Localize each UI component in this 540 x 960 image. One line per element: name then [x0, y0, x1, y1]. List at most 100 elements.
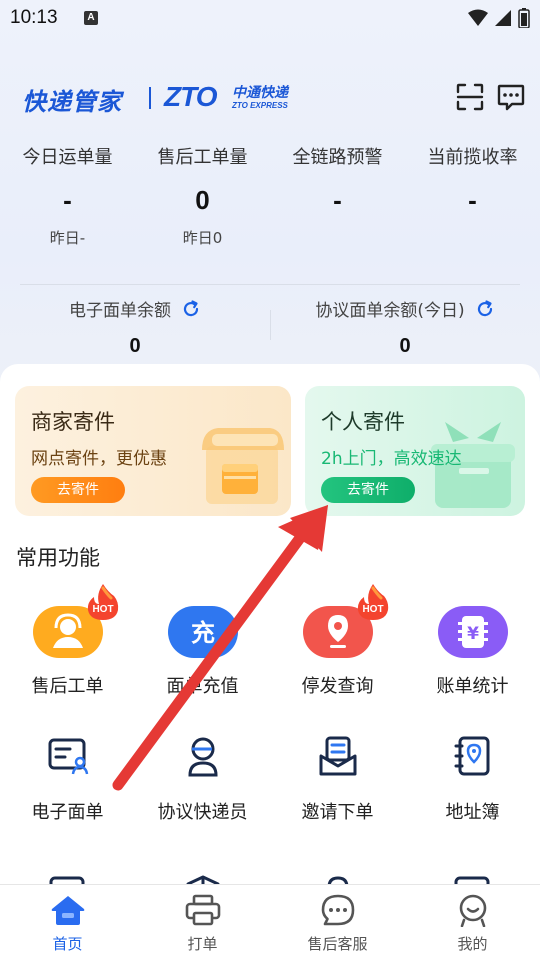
promo-title: 个人寄件: [321, 410, 405, 434]
status-bar: 10:13 A: [0, 0, 540, 38]
package-box-icon: [186, 875, 219, 884]
balance-value: 0: [399, 335, 411, 357]
stat-sub: 昨日-: [49, 229, 86, 247]
feature-label: 邀请下单: [301, 802, 374, 823]
main-card: 商家寄件 网点寄件，更优惠 去寄件 个人寄件 2h上门，高效速达 去寄件 常用功…: [0, 364, 540, 884]
hot-badge-icon: HOT: [357, 584, 389, 620]
stat-sub: [270, 227, 405, 247]
support-chat-icon: [321, 894, 354, 926]
stat-value: 0: [195, 185, 210, 215]
document-icon: [49, 876, 84, 884]
feature-label: 账单统计: [436, 676, 509, 697]
feature-label: 地址簿: [445, 802, 500, 823]
storefront-icon: [202, 428, 284, 504]
feature-suspension-query[interactable]: HOT 停发查询: [270, 582, 405, 697]
status-time: 10:13: [10, 7, 58, 28]
feature-address-book[interactable]: 地址簿: [405, 708, 540, 823]
promo-subtitle: 网点寄件，更优惠: [31, 449, 167, 469]
zto-logo-mark: ZTO: [164, 81, 217, 112]
feature-partial[interactable]: [405, 834, 540, 884]
nav-home[interactable]: 首页: [0, 885, 135, 960]
feature-e-waybill[interactable]: 电子面单: [0, 708, 135, 823]
balance-label: 电子面单余额: [69, 301, 171, 321]
stat-today-waybills[interactable]: 今日运单量 - 昨日-: [0, 143, 135, 247]
svg-text:HOT: HOT: [92, 604, 113, 615]
personal-ship-card[interactable]: 个人寄件 2h上门，高效速达 去寄件: [305, 386, 525, 516]
promo-title: 商家寄件: [31, 410, 115, 434]
svg-text:充: 充: [191, 619, 215, 647]
balance-value: 0: [129, 335, 141, 357]
contract-waybill-balance: 协议面单余额(今日) 0: [270, 296, 540, 358]
app-logo: 快递管家: [22, 88, 122, 116]
logo-divider: [149, 87, 151, 109]
nav-print[interactable]: 打单: [135, 885, 270, 960]
message-icon[interactable]: [496, 82, 526, 112]
feature-label: 电子面单: [31, 802, 104, 823]
feature-partial[interactable]: [0, 834, 135, 884]
printer-icon: [185, 894, 220, 926]
balance-label-row: 协议面单余额(今日): [315, 296, 494, 321]
feature-contract-courier[interactable]: 协议快递员: [135, 708, 270, 823]
feature-partial[interactable]: [270, 834, 405, 884]
stats-row: 今日运单量 - 昨日- 售后工单量 0 昨日0 全链路预警 - 当前揽收率 -: [0, 143, 540, 247]
transfer-doc-icon: [454, 876, 489, 884]
nav-support[interactable]: 售后客服: [270, 885, 405, 960]
recharge-icon: 充: [167, 606, 238, 658]
hot-badge-icon: HOT: [87, 584, 119, 620]
promo-subtitle: 2h上门，高效速达: [321, 449, 462, 469]
stat-sub: 昨日0: [182, 229, 223, 247]
stat-chain-alerts[interactable]: 全链路预警 -: [270, 143, 405, 247]
wifi-icon: [468, 9, 488, 26]
svg-text:HOT: HOT: [362, 604, 383, 615]
invite-order-icon: [319, 736, 356, 776]
feature-partial[interactable]: [135, 834, 270, 884]
courier-icon: [187, 737, 218, 777]
nav-label: 首页: [52, 935, 83, 953]
address-book-icon: [454, 736, 489, 776]
balance-label-row: 电子面单余额: [69, 296, 201, 321]
nav-label: 售后客服: [307, 935, 368, 953]
stat-sub: [405, 227, 540, 247]
section-title-common-features: 常用功能: [16, 546, 100, 570]
notification-badge: A: [84, 11, 98, 25]
feature-row-partial: [0, 834, 540, 884]
feature-label: 停发查询: [301, 676, 374, 697]
zto-logo-cn: 中通快递: [232, 85, 288, 101]
signal-icon: [495, 10, 511, 26]
stat-value: -: [63, 185, 72, 215]
svg-text:¥: ¥: [467, 624, 479, 644]
feature-waybill-recharge[interactable]: 充 面单充值: [135, 582, 270, 697]
merchant-ship-card[interactable]: 商家寄件 网点寄件，更优惠 去寄件: [15, 386, 291, 516]
stat-label: 全链路预警: [292, 147, 383, 168]
home-icon: [51, 896, 84, 925]
bottom-nav: 首页 打单 售后客服 我的: [0, 884, 540, 960]
scan-icon[interactable]: [455, 82, 485, 112]
status-right: [468, 8, 530, 28]
personal-ship-button[interactable]: 去寄件: [321, 477, 415, 503]
balance-divider: [270, 310, 271, 340]
feature-bill-stats[interactable]: ¥ 账单统计: [405, 582, 540, 697]
feature-label: 协议快递员: [157, 802, 248, 823]
nav-label: 打单: [187, 935, 218, 953]
feature-row: 电子面单 协议快递员 邀请下单 地址簿: [0, 708, 540, 823]
e-waybill-icon: [48, 738, 88, 775]
feature-row: HOT 售后工单 充 面单充值 HOT 停发查询 ¥ 账单统计: [0, 582, 540, 697]
stat-label: 售后工单量: [157, 147, 248, 168]
refresh-icon[interactable]: [181, 299, 201, 319]
stat-pickup-rate[interactable]: 当前揽收率 -: [405, 143, 540, 247]
stat-label: 今日运单量: [22, 147, 113, 168]
feature-aftersale-ticket[interactable]: HOT 售后工单: [0, 582, 135, 697]
feature-label: 售后工单: [31, 676, 104, 697]
bill-icon: ¥: [437, 606, 508, 658]
divider: [20, 284, 520, 285]
location-icon: [327, 876, 348, 884]
merchant-ship-button[interactable]: 去寄件: [31, 477, 125, 503]
nav-label: 我的: [457, 935, 488, 953]
feature-invite-order[interactable]: 邀请下单: [270, 708, 405, 823]
stat-value: -: [333, 185, 342, 215]
refresh-icon[interactable]: [475, 299, 495, 319]
profile-icon: [459, 894, 486, 927]
nav-profile[interactable]: 我的: [405, 885, 540, 960]
zto-logo-en: ZTO EXPRESS: [232, 101, 288, 110]
stat-aftersale-tickets[interactable]: 售后工单量 0 昨日0: [135, 143, 270, 247]
